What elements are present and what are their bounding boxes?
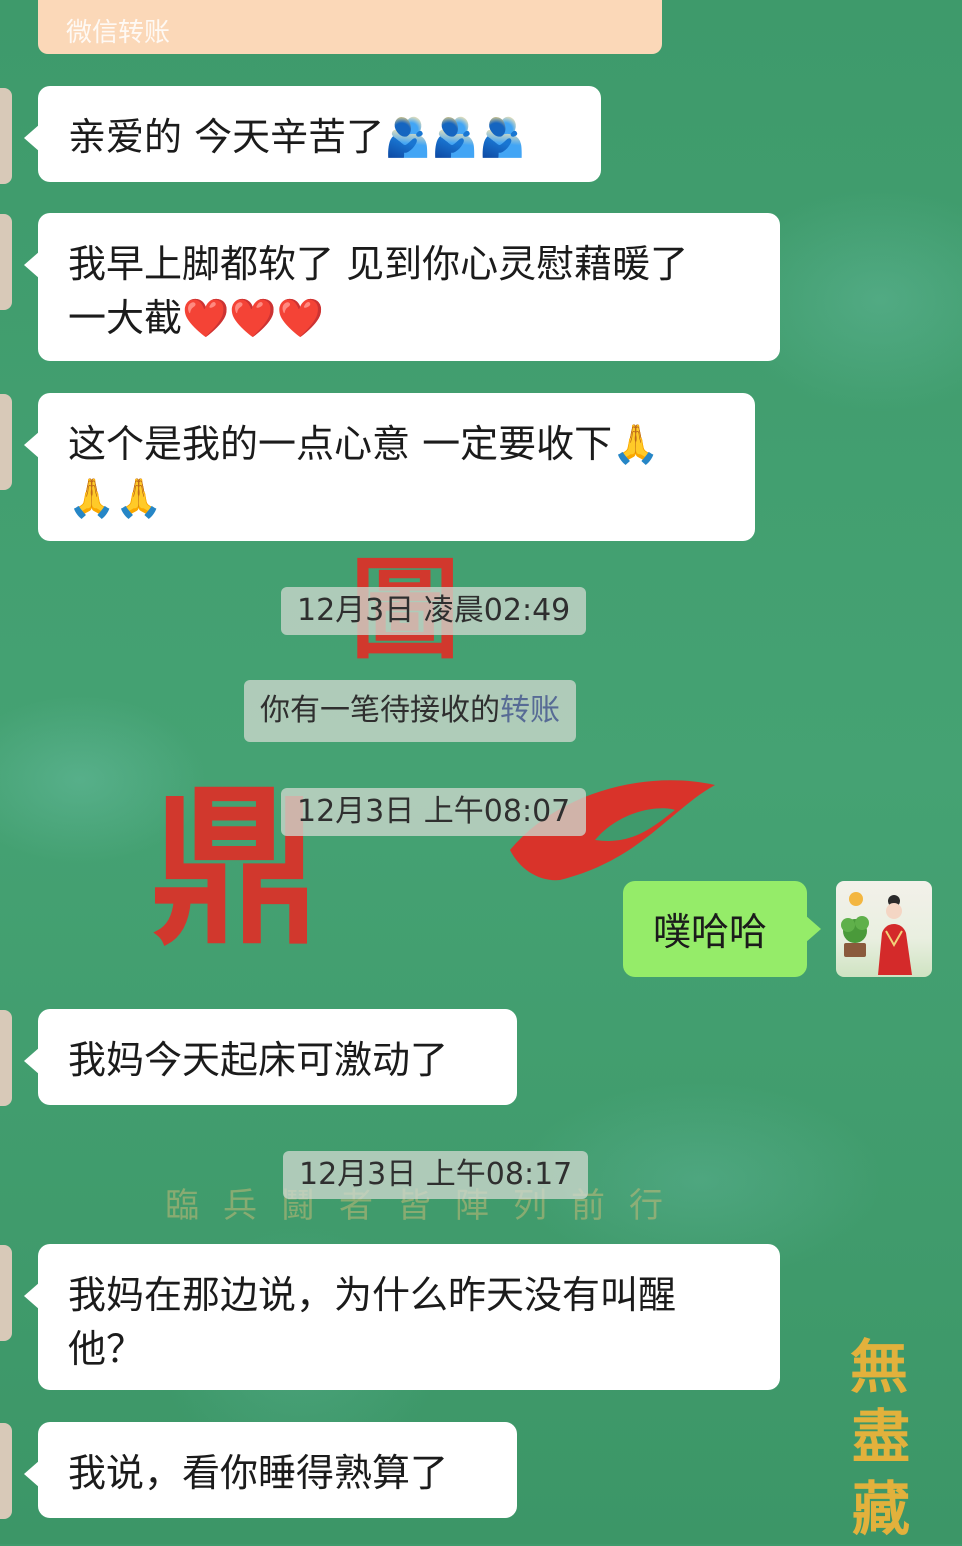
contact-avatar[interactable] [0,88,12,184]
message-bubble[interactable]: 我说，看你睡得熟算了 [24,1422,517,1518]
avatar-figure-icon [841,892,912,975]
contact-avatar[interactable] [0,1245,12,1341]
message-text: 我妈今天起床可激动了 [68,1038,449,1082]
message-text-line: 他？ [68,1327,145,1371]
background-seal-left: 鼎 [150,768,321,968]
outgoing-message-bubble[interactable]: 噗哈哈 [623,881,821,977]
message-text-line: 我早上脚都软了 见到你心灵慰藉暖了 [68,242,689,286]
background-gold-char-3: 藏 [852,1475,911,1543]
message-bubble[interactable]: 亲爱的 今天辛苦了🫂🫂🫂 [24,86,601,182]
my-avatar[interactable] [836,881,932,977]
transfer-card-label: 微信转账 [66,18,171,48]
transfer-link[interactable]: 转账 [500,693,560,728]
contact-avatar[interactable] [0,394,12,490]
message-bubble[interactable]: 我早上脚都软了 见到你心灵慰藉暖了 一大截❤️❤️❤️ [24,213,780,361]
message-text-line: 这个是我的一点心意 一定要收下🙏 [68,422,660,466]
transfer-card[interactable]: 微信转账 [38,0,662,54]
message-bubble[interactable]: 我妈在那边说，为什么昨天没有叫醒 他？ [24,1244,780,1390]
message-text: 噗哈哈 [653,910,768,954]
pending-transfer-notice: 你有一笔待接收的转账 [244,680,576,742]
contact-avatar[interactable] [0,214,12,310]
message-bubble[interactable]: 我妈今天起床可激动了 [24,1009,517,1105]
message-text-line: 一大截❤️❤️❤️ [68,296,324,340]
message-text: 亲爱的 今天辛苦了🫂🫂🫂 [68,115,527,159]
message-bubble[interactable]: 这个是我的一点心意 一定要收下🙏 🙏🙏 [24,393,755,541]
timestamp: 12月3日 上午08:07 [281,788,587,836]
contact-avatar[interactable] [0,1010,12,1106]
contact-avatar[interactable] [0,1423,12,1519]
message-text-line: 我妈在那边说，为什么昨天没有叫醒 [68,1273,677,1317]
timestamp: 12月3日 上午08:17 [283,1151,589,1199]
message-text: 我说，看你睡得熟算了 [68,1451,449,1495]
timestamp: 12月3日 凌晨02:49 [281,587,587,635]
message-text-line: 🙏🙏 [68,476,163,520]
notice-text: 你有一笔待接收的 [260,693,500,728]
